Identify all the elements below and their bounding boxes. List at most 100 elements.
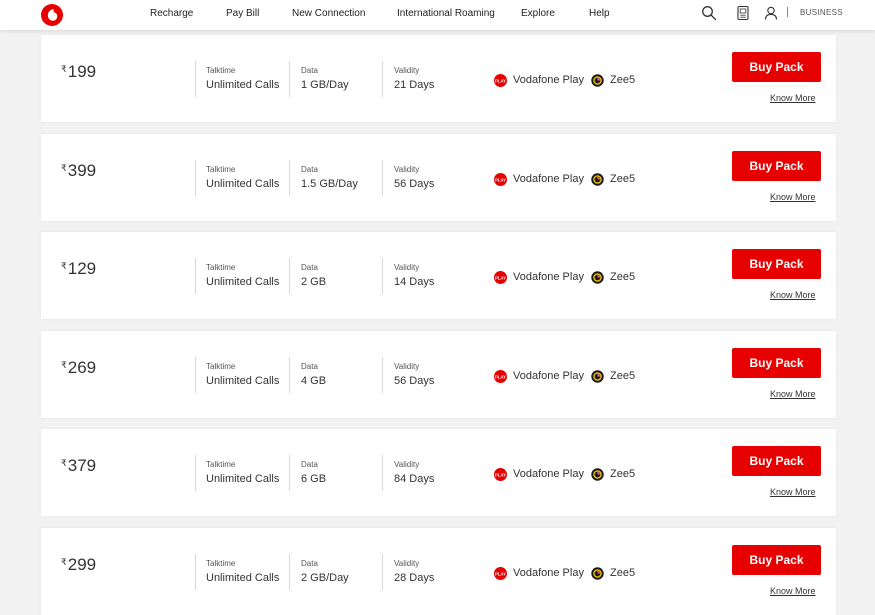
vodafone-logo[interactable]: [41, 4, 63, 26]
data-value: 4 GB: [301, 375, 327, 387]
sim-card-icon[interactable]: [735, 5, 751, 21]
pack-card-129: ₹129 Talktime Unlimited Calls Data 2 GB …: [41, 232, 836, 319]
user-account-icon[interactable]: [763, 5, 779, 21]
vodafone-play-icon: PLAY: [494, 172, 507, 186]
column-divider: [382, 258, 383, 294]
benefit-zee5: Zee5: [591, 467, 635, 481]
pack-price-value: 199: [67, 62, 97, 81]
nav-divider: [787, 7, 788, 17]
benefit-label: Vodafone Play: [513, 468, 584, 480]
know-more-link[interactable]: Know More: [770, 389, 816, 399]
rupee-symbol: ₹: [61, 360, 67, 370]
pack-price: ₹399: [61, 161, 96, 181]
pack-price: ₹199: [61, 62, 96, 82]
benefit-label: Vodafone Play: [513, 567, 584, 579]
pack-card-299: ₹299 Talktime Unlimited Calls Data 2 GB/…: [41, 528, 836, 615]
know-more-link[interactable]: Know More: [770, 487, 816, 497]
column-divider: [195, 61, 196, 97]
data-label: Data: [301, 66, 318, 75]
know-more-link[interactable]: Know More: [770, 93, 816, 103]
vodafone-play-icon: PLAY: [494, 270, 507, 284]
pack-price-value: 269: [67, 358, 97, 377]
benefit-label: Vodafone Play: [513, 74, 584, 86]
vodafone-play-icon: PLAY: [494, 73, 507, 87]
buy-pack-button[interactable]: Buy Pack: [732, 348, 821, 378]
know-more-link[interactable]: Know More: [770, 290, 816, 300]
benefit-vodafone-play: PLAY Vodafone Play: [494, 467, 584, 481]
rupee-symbol: ₹: [61, 261, 67, 271]
zee5-icon: [591, 566, 604, 580]
talktime-value: Unlimited Calls: [206, 178, 280, 190]
benefit-label: Zee5: [610, 468, 636, 480]
nav-international-roaming[interactable]: International Roaming: [397, 8, 495, 19]
validity-value: 84 Days: [394, 473, 435, 485]
pack-price-value: 299: [67, 555, 97, 574]
nav-new-connection[interactable]: New Connection: [292, 8, 365, 19]
svg-text:PLAY: PLAY: [495, 571, 506, 576]
benefit-zee5: Zee5: [591, 566, 635, 580]
benefit-vodafone-play: PLAY Vodafone Play: [494, 73, 584, 87]
data-value: 1.5 GB/Day: [301, 178, 358, 190]
nav-recharge[interactable]: Recharge: [150, 8, 193, 19]
buy-pack-button[interactable]: Buy Pack: [732, 545, 821, 575]
talktime-label: Talktime: [206, 559, 236, 568]
svg-text:PLAY: PLAY: [495, 275, 506, 280]
column-divider: [195, 554, 196, 590]
benefit-zee5: Zee5: [591, 73, 635, 87]
benefit-label: Zee5: [610, 271, 636, 283]
svg-text:PLAY: PLAY: [495, 472, 506, 477]
pack-card-199: ₹199 Talktime Unlimited Calls Data 1 GB/…: [41, 35, 836, 122]
svg-text:PLAY: PLAY: [495, 78, 506, 83]
benefit-label: Zee5: [610, 370, 636, 382]
validity-label: Validity: [394, 263, 420, 272]
data-label: Data: [301, 362, 318, 371]
validity-label: Validity: [394, 460, 420, 469]
pack-card-379: ₹379 Talktime Unlimited Calls Data 6 GB …: [41, 429, 836, 516]
zee5-icon: [591, 172, 604, 186]
pack-price: ₹129: [61, 259, 96, 279]
buy-pack-button[interactable]: Buy Pack: [732, 249, 821, 279]
validity-label: Validity: [394, 362, 420, 371]
pack-price: ₹379: [61, 456, 96, 476]
know-more-link[interactable]: Know More: [770, 192, 816, 202]
talktime-value: Unlimited Calls: [206, 375, 280, 387]
benefit-vodafone-play: PLAY Vodafone Play: [494, 172, 584, 186]
validity-value: 56 Days: [394, 375, 435, 387]
nav-pay-bill[interactable]: Pay Bill: [226, 8, 259, 19]
pack-list: ₹199 Talktime Unlimited Calls Data 1 GB/…: [0, 0, 875, 615]
benefit-zee5: Zee5: [591, 369, 635, 383]
nav-business[interactable]: BUSINESS: [800, 8, 843, 17]
column-divider: [195, 258, 196, 294]
rupee-symbol: ₹: [61, 557, 67, 567]
talktime-value: Unlimited Calls: [206, 473, 280, 485]
know-more-link[interactable]: Know More: [770, 586, 816, 596]
validity-value: 56 Days: [394, 178, 435, 190]
zee5-icon: [591, 73, 604, 87]
column-divider: [289, 455, 290, 491]
nav-help[interactable]: Help: [589, 8, 610, 19]
rupee-symbol: ₹: [61, 64, 67, 74]
buy-pack-button[interactable]: Buy Pack: [732, 446, 821, 476]
benefit-label: Zee5: [610, 173, 636, 185]
nav-explore[interactable]: Explore: [521, 8, 555, 19]
column-divider: [195, 160, 196, 196]
benefit-label: Zee5: [610, 74, 636, 86]
pack-price: ₹269: [61, 358, 96, 378]
validity-label: Validity: [394, 165, 420, 174]
buy-pack-button[interactable]: Buy Pack: [732, 151, 821, 181]
pack-price-value: 399: [67, 161, 97, 180]
data-value: 2 GB: [301, 276, 327, 288]
search-icon[interactable]: [701, 5, 717, 21]
data-value: 6 GB: [301, 473, 327, 485]
talktime-value: Unlimited Calls: [206, 276, 280, 288]
talktime-label: Talktime: [206, 362, 236, 371]
buy-pack-button[interactable]: Buy Pack: [732, 52, 821, 82]
top-navigation: Recharge Pay Bill New Connection Interna…: [0, 0, 875, 31]
talktime-label: Talktime: [206, 66, 236, 75]
vodafone-play-icon: PLAY: [494, 467, 507, 481]
column-divider: [289, 61, 290, 97]
benefit-vodafone-play: PLAY Vodafone Play: [494, 566, 584, 580]
zee5-icon: [591, 369, 604, 383]
talktime-value: Unlimited Calls: [206, 572, 280, 584]
column-divider: [195, 357, 196, 393]
